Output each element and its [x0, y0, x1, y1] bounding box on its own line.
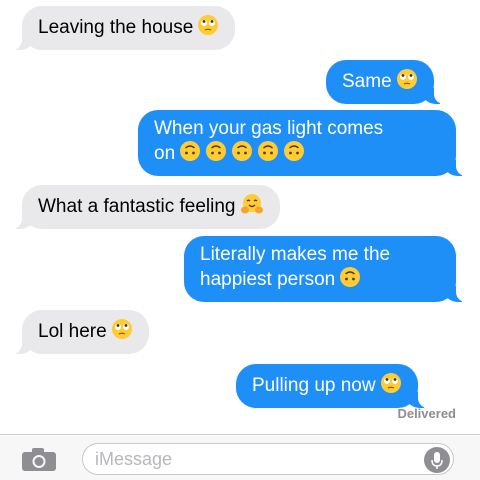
- message-bubble-incoming[interactable]: What a fantastic feeling: [10, 185, 280, 229]
- upside-down-face-emoji-icon: [205, 140, 227, 168]
- upside-down-face-emoji-icon: [339, 266, 361, 294]
- message-text-line-with-emojis: on: [154, 140, 440, 168]
- message-bubble-outgoing[interactable]: Pulling up now: [236, 364, 430, 408]
- hugging-face-emoji-icon: [240, 193, 264, 221]
- upside-down-face-emoji-icon: [257, 140, 279, 168]
- message-text: What a fantastic feeling: [38, 196, 236, 218]
- rolling-eyes-emoji-icon: [380, 372, 402, 400]
- message-text: on: [154, 143, 176, 165]
- upside-down-face-emoji-icon: [179, 140, 201, 168]
- message-thread: Leaving the house Same When your gas lig…: [0, 0, 480, 428]
- message-text: happiest person: [200, 269, 336, 291]
- message-text-line: When your gas light comes: [154, 118, 384, 139]
- rolling-eyes-emoji-icon: [396, 68, 418, 96]
- message-bubble-incoming[interactable]: Leaving the house: [9, 6, 236, 50]
- message-text: Lol here: [38, 321, 107, 343]
- imessage-input[interactable]: iMessage: [82, 443, 454, 475]
- message-text: Leaving the house: [38, 17, 194, 39]
- delivered-status: Delivered: [397, 406, 456, 421]
- upside-down-face-emoji-icon: [231, 140, 253, 168]
- rolling-eyes-emoji-icon: [197, 14, 219, 42]
- message-text: Same: [342, 71, 392, 93]
- upside-down-face-emoji-icon: [283, 140, 305, 168]
- rolling-eyes-emoji-icon: [111, 318, 133, 346]
- imessage-placeholder: iMessage: [95, 449, 173, 469]
- message-text: Pulling up now: [252, 375, 376, 397]
- message-text-line: Literally makes me the: [200, 244, 391, 265]
- message-bubble-outgoing[interactable]: Literally makes me the happiest person: [184, 236, 468, 302]
- message-bubble-incoming[interactable]: Lol here: [10, 310, 149, 354]
- message-bubble-outgoing[interactable]: When your gas light comes on: [138, 110, 468, 176]
- camera-icon[interactable]: [20, 447, 60, 473]
- message-composer-bar: iMessage: [0, 434, 480, 480]
- message-bubble-outgoing[interactable]: Same: [326, 60, 446, 104]
- microphone-icon[interactable]: [424, 447, 450, 473]
- message-text-line-with-emoji: happiest person: [200, 266, 440, 294]
